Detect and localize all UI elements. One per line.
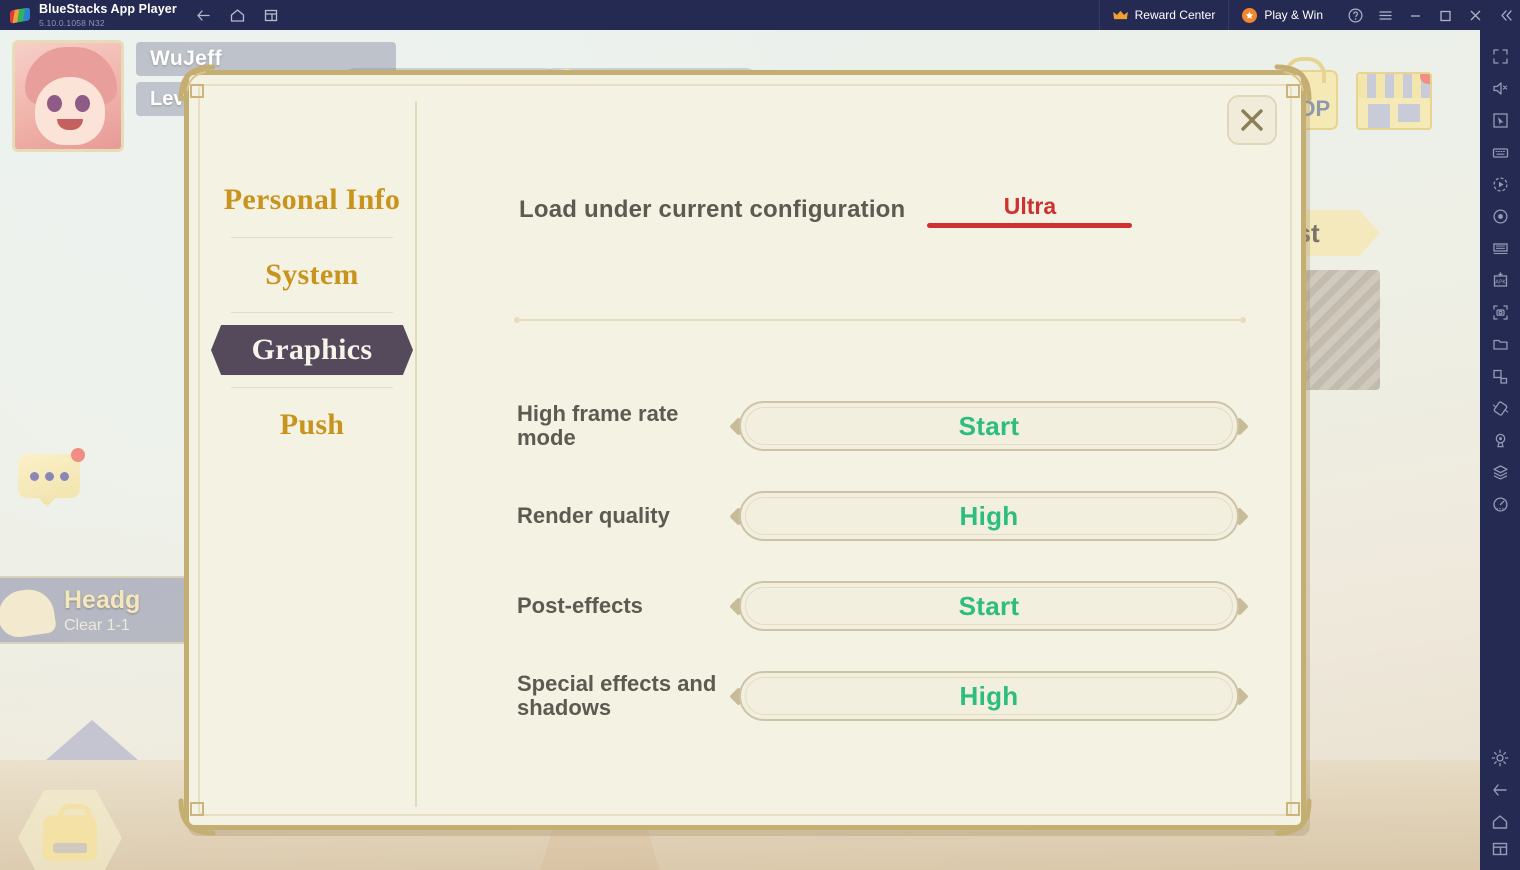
bluestacks-logo-icon	[10, 5, 30, 25]
quest-title: Headg	[64, 585, 141, 614]
multi-instance-icon[interactable]	[263, 6, 281, 24]
mute-icon[interactable]	[1480, 72, 1520, 104]
quest-subtitle: Clear 1-1	[64, 616, 130, 634]
settings-gear-icon[interactable]	[1480, 742, 1520, 774]
market-button[interactable]	[1356, 72, 1432, 130]
nav-item-label: Push	[279, 408, 345, 441]
home-icon[interactable]	[229, 6, 247, 24]
nav-separator	[231, 237, 393, 238]
app-title: BlueStacks App Player	[39, 2, 177, 16]
app-version: 5.10.0.1058 N32	[39, 17, 105, 28]
collapse-sidebar-icon[interactable]	[1490, 0, 1520, 30]
play-and-win-label: Play & Win	[1264, 8, 1323, 22]
close-icon	[1241, 109, 1263, 131]
backpack-icon	[43, 804, 97, 861]
nav-separator	[231, 312, 393, 313]
close-icon[interactable]	[1460, 0, 1490, 30]
setting-control: Start	[729, 401, 1249, 451]
nav-item-graphics[interactable]: Graphics	[209, 321, 415, 379]
maximize-icon[interactable]	[1430, 0, 1460, 30]
back-icon[interactable]	[195, 6, 213, 24]
nav-item-personal-info[interactable]: Personal Info	[209, 171, 415, 229]
nav-item-system[interactable]: System	[209, 246, 415, 304]
menu-icon[interactable]	[1370, 0, 1400, 30]
nav-item-label: System	[265, 258, 359, 291]
dialog-nav: Personal Info System Graphics Push	[209, 171, 415, 454]
dialog-close-button[interactable]	[1227, 95, 1277, 145]
fullscreen-icon[interactable]	[1480, 40, 1520, 72]
collapse-chevron-icon[interactable]	[46, 720, 138, 760]
android-back-icon[interactable]	[1480, 774, 1520, 806]
dialog-content: Load under current configuration Ultra H…	[439, 115, 1275, 799]
setting-value-button[interactable]: Start	[739, 581, 1239, 631]
location-icon[interactable]	[1480, 424, 1520, 456]
setting-control: High	[729, 671, 1249, 721]
setting-row-render-quality: Render quality High	[517, 485, 1249, 547]
setting-label: Post-effects	[517, 593, 643, 619]
content-divider	[514, 317, 1246, 323]
nav-item-label: Graphics	[251, 333, 373, 366]
svg-text:APK: APK	[1495, 279, 1506, 285]
app-root: WuJeff Level 26873 Z 2040 + SHOP Boost H…	[0, 0, 1520, 870]
setting-value: High	[959, 680, 1019, 711]
setting-label: Render quality	[517, 503, 670, 529]
setting-value-button[interactable]: High	[739, 671, 1239, 721]
quest-banner[interactable]: Headg Clear 1-1	[0, 576, 200, 644]
minimize-icon[interactable]	[1400, 0, 1430, 30]
setting-row-post-effects: Post-effects Start	[517, 575, 1249, 637]
multi-instance-manager-icon[interactable]	[1480, 232, 1520, 264]
bluestacks-sidebar: APK	[1480, 30, 1520, 870]
star-badge-icon	[1242, 7, 1258, 23]
android-home-icon[interactable]	[1480, 806, 1520, 838]
layers-icon[interactable]	[1480, 456, 1520, 488]
config-underline	[927, 223, 1133, 228]
speed-icon[interactable]	[1480, 488, 1520, 520]
settings-dialog: Personal Info System Graphics Push Load …	[178, 64, 1312, 836]
setting-value: High	[959, 500, 1019, 531]
cursor-icon[interactable]	[1480, 104, 1520, 136]
install-apk-icon[interactable]: APK	[1480, 264, 1520, 296]
play-and-win-button[interactable]: Play & Win	[1228, 0, 1336, 30]
setting-control: Start	[729, 581, 1249, 631]
macro-play-icon[interactable]	[1480, 168, 1520, 200]
help-icon[interactable]	[1340, 0, 1370, 30]
reward-center-button[interactable]: Reward Center	[1098, 0, 1229, 30]
nav-separator	[231, 387, 393, 388]
player-avatar[interactable]	[12, 40, 124, 152]
android-recents-icon[interactable]	[1480, 838, 1520, 870]
setting-label: Special effects and shadows	[517, 671, 717, 720]
setting-value-button[interactable]: High	[739, 491, 1239, 541]
media-folder-icon[interactable]	[1480, 328, 1520, 360]
setting-control: High	[729, 491, 1249, 541]
title-bar: BlueStacks App Player 5.10.0.1058 N32 Re…	[0, 0, 1520, 30]
setting-value: Start	[958, 410, 1020, 441]
keyboard-icon[interactable]	[1480, 136, 1520, 168]
nav-content-divider	[415, 101, 417, 807]
crown-icon	[1112, 10, 1128, 19]
settings-list: High frame rate mode Start Render qualit…	[517, 395, 1249, 755]
setting-row-special-effects: Special effects and shadows High	[517, 665, 1249, 727]
setting-value: Start	[958, 590, 1020, 621]
config-row: Load under current configuration Ultra	[519, 193, 1133, 228]
config-value-button[interactable]: Ultra	[927, 193, 1133, 228]
config-label: Load under current configuration	[519, 195, 906, 223]
setting-row-high-frame-rate: High frame rate mode Start	[517, 395, 1249, 457]
reward-center-label: Reward Center	[1134, 8, 1216, 22]
setting-label: High frame rate mode	[517, 401, 679, 450]
screenshot-icon[interactable]	[1480, 296, 1520, 328]
nav-item-label: Personal Info	[223, 183, 401, 216]
setting-value-button[interactable]: Start	[739, 401, 1239, 451]
config-value: Ultra	[1003, 193, 1057, 219]
rotate-icon[interactable]	[1480, 360, 1520, 392]
record-icon[interactable]	[1480, 200, 1520, 232]
shake-icon[interactable]	[1480, 392, 1520, 424]
dialog-frame: Personal Info System Graphics Push Load …	[178, 64, 1312, 836]
chat-button[interactable]	[18, 448, 85, 507]
nav-item-push[interactable]: Push	[209, 396, 415, 454]
